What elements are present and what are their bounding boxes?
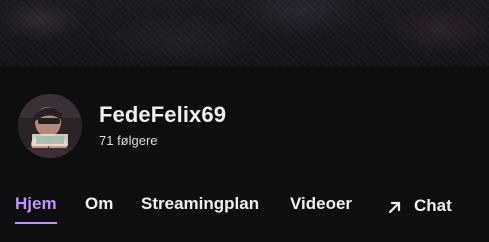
tab-label: Chat	[414, 196, 452, 215]
channel-name[interactable]: FedeFelix69	[99, 102, 226, 128]
tab-label: Streamingplan	[141, 194, 260, 213]
tab-videos[interactable]: Videoer	[290, 190, 352, 222]
tab-label: Videoer	[290, 194, 353, 213]
tab-about[interactable]: Om	[85, 190, 113, 222]
avatar[interactable]	[18, 94, 82, 158]
external-arrow-icon	[386, 197, 404, 215]
active-tab-indicator	[15, 222, 57, 224]
tab-home[interactable]: Hjem	[15, 190, 57, 224]
tab-label: Hjem	[15, 194, 57, 213]
follower-count: 71 følgere	[99, 133, 158, 148]
tab-label: Om	[85, 194, 114, 213]
tab-schedule[interactable]: Streamingplan	[141, 190, 259, 222]
tab-chat[interactable]: Chat	[386, 190, 452, 222]
channel-banner	[0, 0, 489, 66]
channel-tabs: Hjem Om Streamingplan Videoer Chat	[0, 190, 489, 226]
